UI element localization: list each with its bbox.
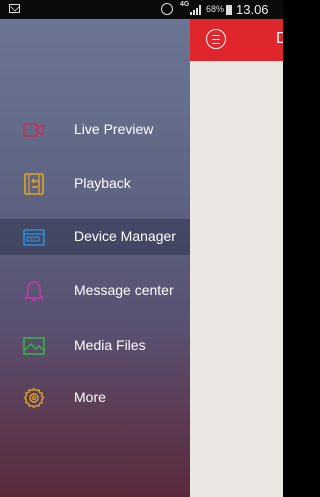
signal-icon	[190, 5, 202, 15]
bell-icon	[24, 281, 44, 301]
alarm-icon	[161, 3, 173, 15]
nav-label-device-manager: Device Manager	[74, 228, 176, 244]
mail-icon	[9, 4, 20, 13]
main-header: D	[190, 19, 283, 61]
image-icon	[23, 337, 45, 355]
navigation-drawer: Live Preview Playback Device Manager Mes…	[0, 19, 190, 497]
nav-label-playback: Playback	[74, 175, 131, 191]
network-type: 4G	[180, 1, 190, 8]
nav-label-more: More	[74, 389, 106, 405]
nav-label-live-preview: Live Preview	[74, 121, 154, 137]
nav-item-device-manager[interactable]: Device Manager	[0, 219, 190, 255]
main-content	[190, 61, 283, 497]
playback-icon	[24, 173, 44, 195]
clock: 13.06	[236, 2, 269, 17]
menu-icon[interactable]	[206, 29, 226, 49]
device-manager-icon	[23, 229, 45, 246]
camera-icon	[23, 123, 44, 137]
nav-item-more[interactable]: More	[0, 380, 190, 416]
app-screen: 4G 68% 13.06 D Live Preview Playback Dev…	[0, 0, 283, 497]
nav-label-message-center: Message center	[74, 282, 174, 298]
status-bar: 4G 68% 13.06	[0, 0, 283, 19]
nav-label-media-files: Media Files	[74, 337, 146, 353]
nav-item-live-preview[interactable]: Live Preview	[0, 112, 190, 148]
page-title: D	[276, 30, 283, 47]
nav-item-media-files[interactable]: Media Files	[0, 328, 190, 364]
gear-icon	[23, 387, 45, 409]
battery-icon	[226, 5, 232, 15]
nav-item-playback[interactable]: Playback	[0, 166, 190, 202]
battery-percent: 68%	[206, 4, 225, 14]
nav-item-message-center[interactable]: Message center	[0, 273, 190, 309]
